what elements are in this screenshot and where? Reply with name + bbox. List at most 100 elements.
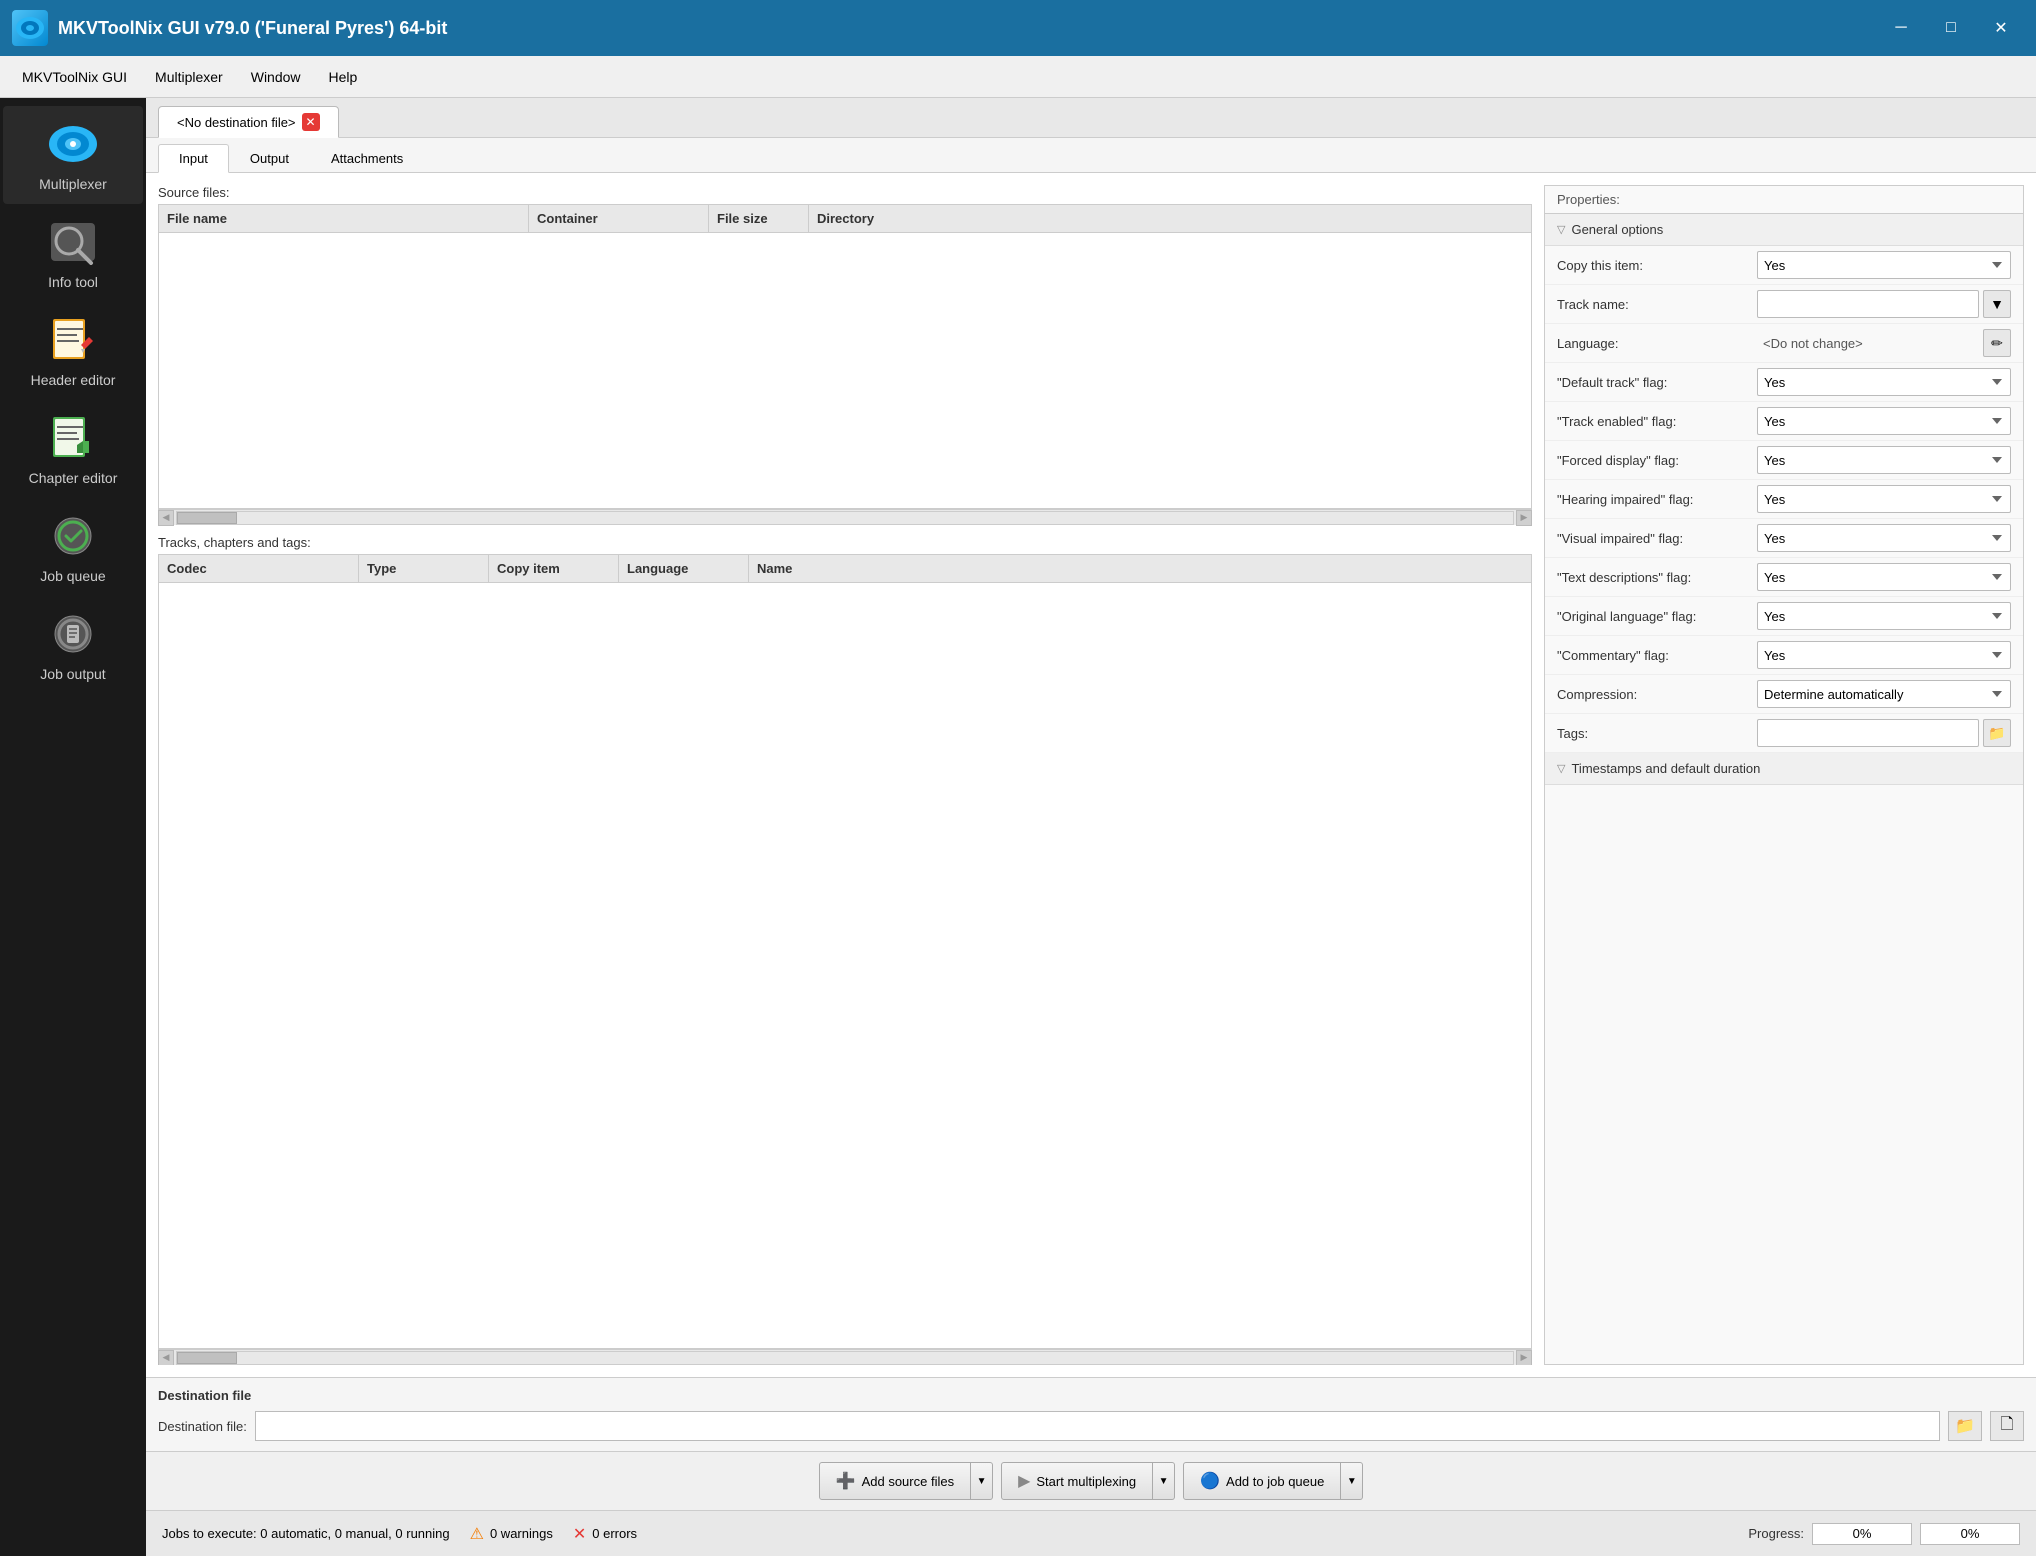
properties-panel: Properties: ▽ General options Copy this … — [1544, 185, 2024, 1365]
th-container: Container — [529, 205, 709, 232]
sidebar-label-job-queue: Job queue — [40, 568, 105, 584]
prop-control-visual-impaired: YesNo — [1757, 524, 2011, 552]
commentary-select[interactable]: YesNo — [1757, 641, 2011, 669]
warnings-status-item: ⚠ 0 warnings — [470, 1524, 553, 1544]
sidebar-item-info-tool[interactable]: Info tool — [3, 204, 143, 302]
main-layout: Multiplexer Info tool — [0, 98, 2036, 1556]
source-files-table[interactable]: File name Container File size Directory — [158, 204, 1532, 509]
sidebar-item-multiplexer[interactable]: Multiplexer — [3, 106, 143, 204]
minimize-button[interactable]: ─ — [1878, 12, 1924, 44]
prop-control-compression: Determine automaticallyNonezlib — [1757, 680, 2011, 708]
title-bar: MKVToolNix GUI v79.0 ('Funeral Pyres') 6… — [0, 0, 2036, 56]
close-button[interactable]: ✕ — [1978, 12, 2024, 44]
default-track-select[interactable]: YesNo — [1757, 368, 2011, 396]
destination-section-label: Destination file — [158, 1388, 2024, 1403]
copy-item-select[interactable]: YesNo — [1757, 251, 2011, 279]
tab-output[interactable]: Output — [229, 144, 310, 172]
destination-browse-btn[interactable]: 📁 — [1948, 1411, 1982, 1441]
tab-attachments[interactable]: Attachments — [310, 144, 424, 172]
errors-text: 0 errors — [592, 1526, 637, 1541]
source-files-body — [159, 233, 1531, 493]
sidebar-item-job-queue[interactable]: Job queue — [3, 498, 143, 596]
source-files-label: Source files: — [158, 185, 1532, 200]
hscroll-thumb[interactable] — [177, 512, 237, 524]
text-descriptions-select[interactable]: YesNo — [1757, 563, 2011, 591]
track-name-input[interactable] — [1757, 290, 1979, 318]
menu-mkvtoolnix-gui[interactable]: MKVToolNix GUI — [8, 63, 141, 91]
tracks-table[interactable]: Codec Type Copy item Language Name — [158, 554, 1532, 1349]
hscroll-track[interactable] — [176, 511, 1514, 525]
start-multiplexing-button[interactable]: ▶ Start multiplexing — [1001, 1462, 1153, 1500]
left-panel: Source files: File name Container File s… — [158, 185, 1532, 1365]
track-enabled-select[interactable]: YesNo — [1757, 407, 2011, 435]
original-language-select[interactable]: YesNo — [1757, 602, 2011, 630]
hscroll-right-arrow[interactable]: ▶ — [1516, 510, 1532, 526]
tracks-hscroll-track[interactable] — [176, 1351, 1514, 1365]
timestamps-section-header: ▽ Timestamps and default duration — [1545, 753, 2023, 785]
bottom-bar: ➕ Add source files ▼ ▶ Start multiplexin… — [146, 1451, 2036, 1510]
prop-control-tags: 📁 — [1757, 719, 2011, 747]
add-to-job-queue-dropdown-btn[interactable]: ▼ — [1341, 1462, 1363, 1500]
timestamps-triangle-icon: ▽ — [1557, 762, 1565, 775]
language-edit-btn[interactable]: ✏ — [1983, 329, 2011, 357]
tags-browse-btn[interactable]: 📁 — [1983, 719, 2011, 747]
hscroll-left-arrow[interactable]: ◀ — [158, 510, 174, 526]
inner-content: Input Output Attachments Source files: F… — [146, 138, 2036, 1451]
prop-label-forced-display: "Forced display" flag: — [1557, 453, 1757, 468]
tab-input[interactable]: Input — [158, 144, 229, 173]
sidebar: Multiplexer Info tool — [0, 98, 146, 1556]
sidebar-item-job-output[interactable]: Job output — [3, 596, 143, 694]
visual-impaired-select[interactable]: YesNo — [1757, 524, 2011, 552]
th-filesize: File size — [709, 205, 809, 232]
forced-display-select[interactable]: YesNo — [1757, 446, 2011, 474]
track-name-dropdown-btn[interactable]: ▼ — [1983, 290, 2011, 318]
prop-row-track-enabled: "Track enabled" flag: YesNo — [1545, 402, 2023, 441]
menu-help[interactable]: Help — [315, 63, 372, 91]
sidebar-item-header-editor[interactable]: Header editor — [3, 302, 143, 400]
properties-scroll[interactable]: ▽ General options Copy this item: YesNo — [1545, 214, 2023, 1364]
header-editor-icon — [43, 314, 103, 366]
tracks-hscroll-thumb[interactable] — [177, 1352, 237, 1364]
prop-row-original-language: "Original language" flag: YesNo — [1545, 597, 2023, 636]
tags-input[interactable] — [1757, 719, 1979, 747]
tab-close-button[interactable]: ✕ — [302, 113, 320, 131]
errors-status-item: ✕ 0 errors — [573, 1524, 637, 1544]
add-to-job-queue-group: 🔵 Add to job queue ▼ — [1183, 1462, 1363, 1500]
destination-field-label: Destination file: — [158, 1419, 247, 1434]
maximize-button[interactable]: □ — [1928, 12, 1974, 44]
sidebar-item-chapter-editor[interactable]: Chapter editor — [3, 400, 143, 498]
prop-control-forced-display: YesNo — [1757, 446, 2011, 474]
compression-select[interactable]: Determine automaticallyNonezlib — [1757, 680, 2011, 708]
prop-control-track-enabled: YesNo — [1757, 407, 2011, 435]
destination-new-btn[interactable]: 🗋 — [1990, 1411, 2024, 1441]
prop-row-text-descriptions: "Text descriptions" flag: YesNo — [1545, 558, 2023, 597]
add-to-job-queue-button[interactable]: 🔵 Add to job queue — [1183, 1462, 1341, 1500]
prop-row-hearing-impaired: "Hearing impaired" flag: YesNo — [1545, 480, 2023, 519]
general-options-title: General options — [1571, 222, 1663, 237]
prop-control-copy-item: YesNo — [1757, 251, 2011, 279]
start-multiplexing-dropdown-btn[interactable]: ▼ — [1153, 1462, 1175, 1500]
chapter-editor-icon — [43, 412, 103, 464]
prop-row-default-track: "Default track" flag: YesNo — [1545, 363, 2023, 402]
multiplexer-icon — [43, 118, 103, 170]
prop-row-track-name: Track name: ▼ — [1545, 285, 2023, 324]
source-files-hscroll[interactable]: ◀ ▶ — [158, 509, 1532, 525]
prop-control-track-name: ▼ — [1757, 290, 2011, 318]
source-files-section: Source files: File name Container File s… — [158, 185, 1532, 525]
th-copyitem: Copy item — [489, 555, 619, 582]
menu-multiplexer[interactable]: Multiplexer — [141, 63, 237, 91]
tracks-hscroll-left-arrow[interactable]: ◀ — [158, 1350, 174, 1366]
warning-icon: ⚠ — [470, 1524, 484, 1544]
destination-tab[interactable]: <No destination file> ✕ — [158, 106, 339, 138]
destination-input[interactable] — [255, 1411, 1940, 1441]
hearing-impaired-select[interactable]: YesNo — [1757, 485, 2011, 513]
prop-row-tags: Tags: 📁 — [1545, 714, 2023, 753]
menu-window[interactable]: Window — [237, 63, 315, 91]
prop-row-compression: Compression: Determine automaticallyNone… — [1545, 675, 2023, 714]
tracks-hscroll-right-arrow[interactable]: ▶ — [1516, 1350, 1532, 1366]
tracks-hscroll[interactable]: ◀ ▶ — [158, 1349, 1532, 1365]
add-source-dropdown-btn[interactable]: ▼ — [971, 1462, 993, 1500]
main-panel: Source files: File name Container File s… — [146, 173, 2036, 1377]
prop-control-language: <Do not change> ✏ — [1757, 329, 2011, 357]
add-source-button[interactable]: ➕ Add source files — [819, 1462, 971, 1500]
